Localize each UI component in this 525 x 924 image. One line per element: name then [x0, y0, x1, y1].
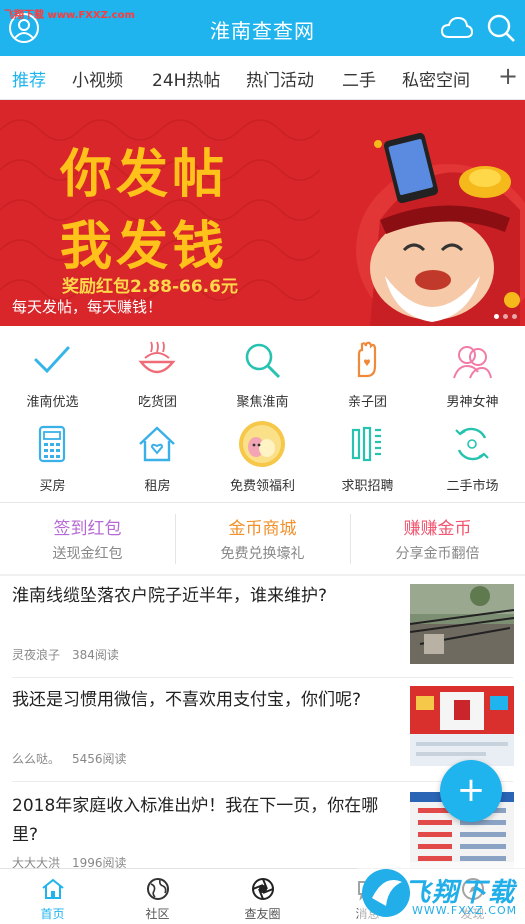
watermark-url: WWW.FXXZ.COM	[412, 904, 518, 917]
magnifier-icon	[245, 343, 281, 379]
app-screen: 飞翔下载 www.FXXZ.com 淮南查查网 推荐 小视频 24H热帖 热门活…	[0, 0, 525, 924]
grid-item-gods-goddesses[interactable]: 男神女神	[420, 328, 525, 414]
news-item[interactable]: 淮南线缆坠落农户院子近半年，谁来维护? 灵夜浪子 384阅读	[0, 576, 525, 678]
grid-label: 买房	[39, 479, 66, 494]
grid-item-buy-house[interactable]: 买房	[0, 412, 105, 498]
tab-private-space[interactable]: 私密空间	[402, 66, 470, 91]
promo-banner[interactable]: 你发帖 我发钱 奖励红包2.88-66.6元 每天发帖，每天赚钱！	[0, 100, 525, 326]
grid-label: 求职招聘	[341, 479, 394, 494]
cloud-icon[interactable]	[440, 14, 474, 42]
promo-sign-in-redpacket[interactable]: 签到红包 送现金红包	[0, 506, 175, 574]
promo-coin-mall[interactable]: 金币商城 免费兑换壕礼	[175, 506, 350, 574]
news-title: 2018年家庭收入标准出炉！我在下一页，你在哪里?	[12, 796, 379, 845]
channel-tabs: 推荐 小视频 24H热帖 热门活动 二手 私密空间 +	[0, 56, 525, 100]
promo-subtitle: 分享金币翻倍	[395, 546, 480, 562]
tab-recommend[interactable]: 推荐	[12, 66, 46, 91]
banner-headline-2: 我发钱	[60, 217, 229, 277]
globe-icon	[147, 878, 169, 900]
news-reads: 5456阅读	[72, 752, 127, 766]
banner-reward-text: 奖励红包2.88-66.6元	[62, 277, 238, 297]
news-author: 么么哒。	[12, 752, 61, 766]
grid-label: 男神女神	[446, 395, 499, 410]
grid-item-focus-huainan[interactable]: 聚焦淮南	[210, 328, 315, 414]
food-bowl-icon	[138, 341, 176, 374]
banner-headline-1: 你发帖	[60, 145, 229, 205]
banner-pager-dots	[490, 304, 517, 323]
nav-label: 查友圈	[244, 907, 281, 921]
grid-label: 二手市场	[446, 479, 499, 494]
nav-label: 首页	[40, 907, 65, 921]
recycle-icon	[455, 427, 489, 461]
grid-item-parent-child[interactable]: 亲子团	[315, 328, 420, 414]
news-title: 淮南线缆坠落农户院子近半年，谁来维护?	[12, 586, 328, 606]
promo-title: 签到红包	[53, 519, 122, 539]
camera-shutter-icon	[252, 878, 274, 900]
promo-title: 赚赚金币	[403, 519, 472, 539]
divider	[0, 502, 525, 503]
news-author: 灵夜浪子	[12, 648, 61, 662]
top-header: 飞翔下载 www.FXXZ.com 淮南查查网	[0, 0, 525, 56]
tab-second-hand[interactable]: 二手	[342, 66, 376, 91]
home-icon	[42, 878, 64, 899]
search-icon[interactable]	[486, 13, 516, 43]
nav-home[interactable]: 首页	[0, 869, 105, 924]
calculator-icon	[38, 425, 66, 463]
nav-community[interactable]: 社区	[105, 869, 210, 924]
news-reads: 384阅读	[72, 648, 119, 662]
grid-label: 淮南优选	[26, 395, 79, 410]
grid-item-huainan-select[interactable]: 淮南优选	[0, 328, 105, 414]
news-meta: 灵夜浪子 384阅读	[12, 646, 119, 663]
news-thumbnail	[410, 686, 514, 766]
promo-subtitle: 送现金红包	[52, 546, 123, 562]
tab-short-video[interactable]: 小视频	[72, 66, 123, 91]
news-thumbnail	[410, 584, 514, 664]
grid-label: 聚焦淮南	[236, 395, 289, 410]
news-title: 我还是习惯用微信，不喜欢用支付宝，你们呢?	[12, 690, 362, 710]
grid-item-second-hand-market[interactable]: 二手市场	[420, 412, 525, 498]
hand-heart-icon	[357, 341, 377, 378]
tab-24h-hot[interactable]: 24H热帖	[152, 66, 220, 91]
grid-item-foodie-group[interactable]: 吃货团	[105, 328, 210, 414]
check-icon	[34, 346, 70, 374]
grid-item-job-recruit[interactable]: 求职招聘	[315, 412, 420, 498]
grid-label: 免费领福利	[229, 479, 295, 494]
couple-icon	[453, 346, 492, 379]
gift-egg-icon	[239, 421, 285, 467]
promo-strip: 签到红包 送现金红包 金币商城 免费兑换壕礼 赚赚金币 分享金币翻倍	[0, 506, 525, 574]
promo-subtitle: 免费兑换壕礼	[220, 546, 305, 562]
house-heart-icon	[139, 426, 175, 462]
grid-label: 租房	[144, 479, 171, 494]
nav-label: 社区	[145, 907, 170, 921]
grid-item-free-welfare[interactable]: 免费领福利	[210, 412, 315, 498]
promo-earn-coins[interactable]: 赚赚金币 分享金币翻倍	[350, 506, 525, 574]
briefcase-icon	[351, 426, 381, 462]
grid-item-rent-house[interactable]: 租房	[105, 412, 210, 498]
grid-label: 吃货团	[137, 395, 177, 410]
new-post-fab[interactable]: +	[440, 760, 502, 822]
add-tab-button[interactable]: +	[498, 64, 518, 88]
news-meta: 么么哒。 5456阅读	[12, 750, 127, 767]
category-grid: 淮南优选 吃货团 聚焦淮南 亲子团 男神女神 买房 租房 免费领福利 求职招聘 …	[0, 326, 525, 502]
banner-caption: 每天发帖，每天赚钱！	[12, 298, 163, 316]
tab-hot-events[interactable]: 热门活动	[246, 66, 314, 91]
news-item[interactable]: 我还是习惯用微信，不喜欢用支付宝，你们呢? 么么哒。 5456阅读	[0, 678, 525, 782]
nav-friends-circle[interactable]: 查友圈	[210, 869, 315, 924]
grid-label: 亲子团	[347, 395, 387, 410]
promo-title: 金币商城	[228, 519, 297, 539]
